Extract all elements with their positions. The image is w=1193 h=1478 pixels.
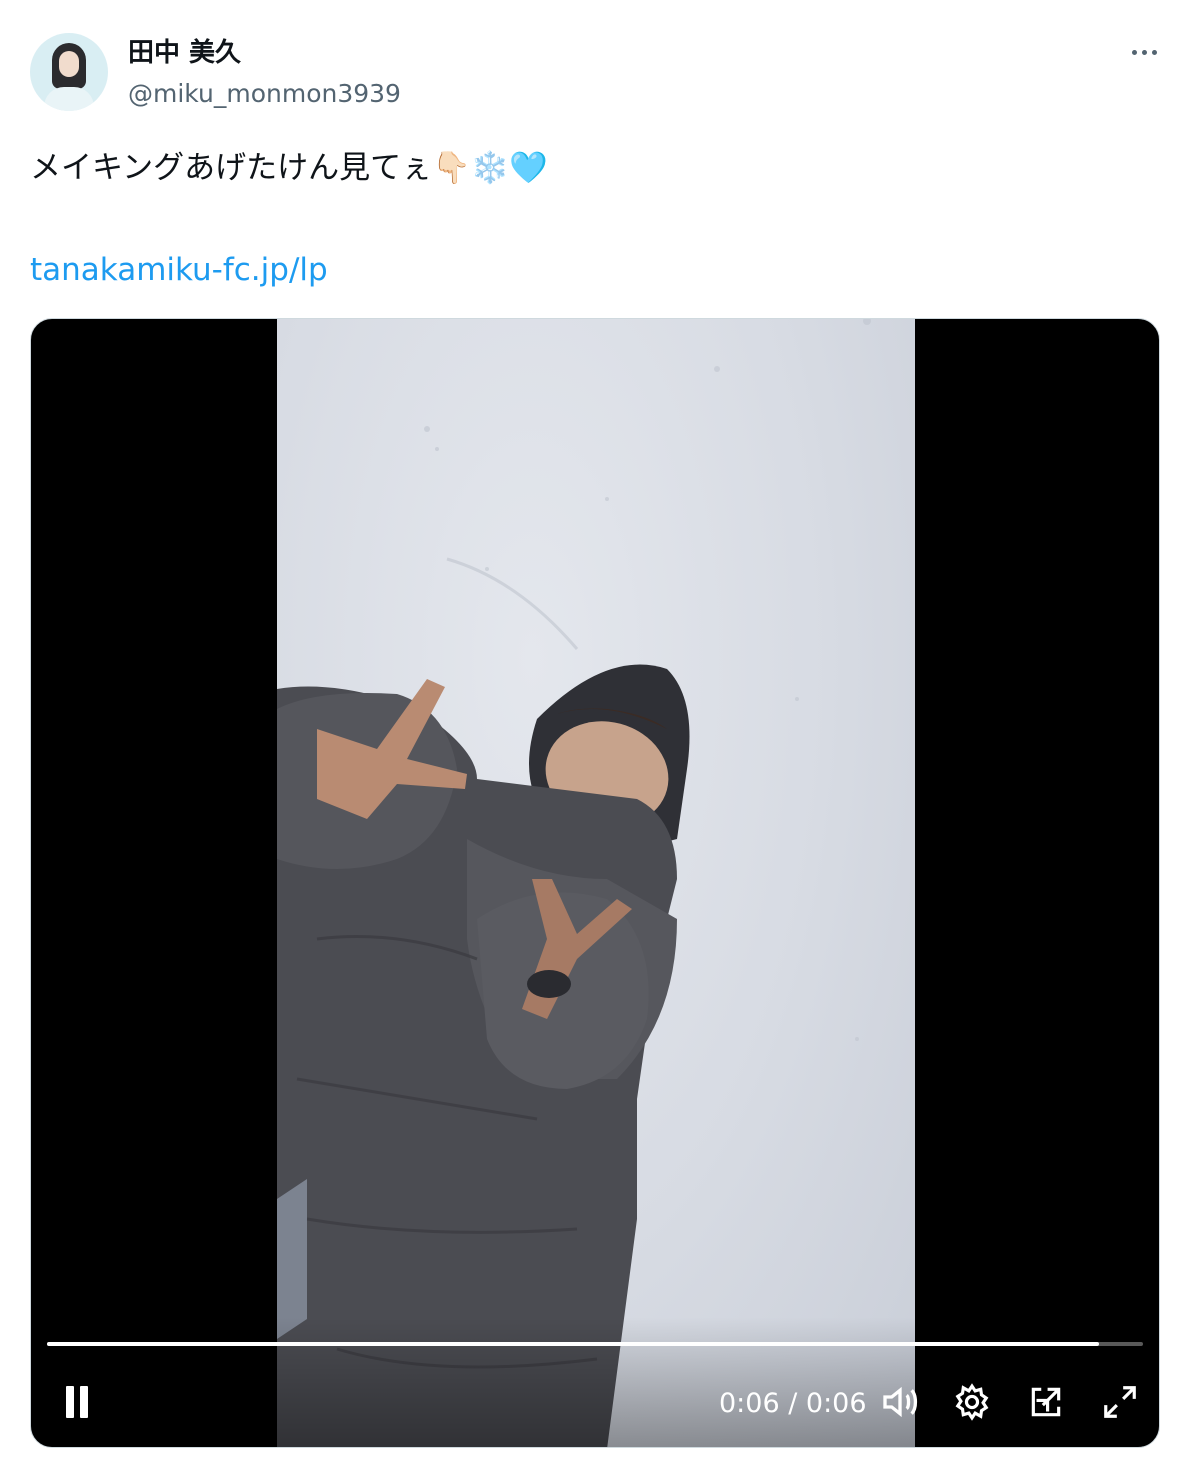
progress-fill	[47, 1342, 1100, 1346]
settings-gear-icon[interactable]	[949, 1379, 995, 1425]
time-display: 0:06 / 0:06	[719, 1388, 867, 1419]
tweet-link[interactable]: tanakamiku-fc.jp/lp	[30, 250, 328, 290]
pip-icon[interactable]	[1023, 1379, 1069, 1425]
author-handle[interactable]: @miku_monmon3939	[128, 78, 401, 110]
avatar[interactable]	[30, 33, 108, 111]
volume-icon[interactable]	[877, 1379, 923, 1425]
video-player[interactable]: 0:06 / 0:06	[30, 318, 1160, 1448]
more-icon[interactable]	[1126, 40, 1162, 64]
fullscreen-icon[interactable]	[1097, 1379, 1143, 1425]
tweet-text: メイキングあげたけん見てぇ👇🏻❄️🩵	[30, 150, 548, 186]
video-still-image	[277, 319, 871, 1447]
progress-bar[interactable]	[47, 1342, 1143, 1346]
pause-icon[interactable]	[59, 1379, 95, 1425]
video-frame	[277, 319, 915, 1447]
author-name[interactable]: 田中 美久	[128, 36, 241, 70]
